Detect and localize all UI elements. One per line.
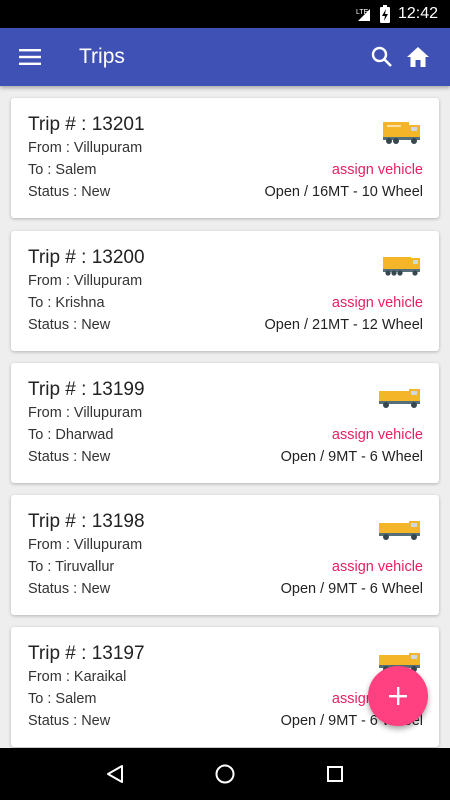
trip-to: To : Dharwad: [28, 427, 114, 443]
recents-button[interactable]: [310, 748, 360, 800]
menu-button[interactable]: [0, 28, 60, 86]
menu-icon: [19, 49, 41, 65]
assign-vehicle-link[interactable]: assign vehicle: [332, 559, 423, 575]
trip-status: Status : New: [28, 184, 111, 200]
battery-charging-icon: [379, 5, 390, 23]
assign-vehicle-link[interactable]: assign vehicle: [332, 295, 423, 311]
add-trip-button[interactable]: [368, 666, 428, 726]
trip-from: From : Karaikal: [28, 669, 127, 685]
trip-to: To : Salem: [28, 691, 97, 707]
vehicle-capacity: Open / 16MT - 10 Wheel: [264, 184, 423, 200]
trip-status: Status : New: [28, 449, 111, 465]
trip-number: Trip # : 13199: [28, 379, 145, 400]
vehicle-capacity: Open / 9MT - 6 Wheel: [280, 581, 423, 597]
system-nav-bar: [0, 748, 450, 800]
search-icon: [371, 46, 392, 67]
trip-to: To : Tiruvallur: [28, 559, 115, 575]
truck-icon: [383, 122, 420, 144]
trip-card[interactable]: Trip # : 13198 From : Villupuram To : Ti…: [11, 495, 439, 615]
trip-number: Trip # : 13197: [28, 643, 145, 664]
truck-icon: [383, 257, 420, 276]
trip-number: Trip # : 13200: [28, 247, 145, 268]
add-icon: [389, 687, 407, 705]
search-button[interactable]: [364, 28, 400, 86]
lte-icon: LTE: [356, 6, 372, 22]
assign-vehicle-link[interactable]: assign vehicle: [332, 162, 423, 178]
back-icon: [107, 765, 123, 783]
home-nav-button[interactable]: [200, 748, 250, 800]
trip-to: To : Salem: [28, 162, 97, 178]
status-bar: LTE 12:42: [0, 0, 450, 28]
trip-list[interactable]: Trip # : 13201 From : Villupuram To : Sa…: [0, 86, 450, 748]
trip-status: Status : New: [28, 317, 111, 333]
trip-status: Status : New: [28, 713, 111, 729]
trip-from: From : Villupuram: [28, 273, 143, 289]
app-bar: Trips: [0, 28, 450, 86]
trip-card[interactable]: Trip # : 13199 From : Villupuram To : Dh…: [11, 363, 439, 483]
home-icon: [407, 47, 429, 67]
back-button[interactable]: [90, 748, 140, 800]
trip-card[interactable]: Trip # : 13200 From : Villupuram To : Kr…: [11, 231, 439, 351]
trip-from: From : Villupuram: [28, 537, 143, 553]
truck-icon: [379, 521, 420, 540]
recents-icon: [327, 766, 343, 782]
trip-to: To : Krishna: [28, 295, 105, 311]
trip-status: Status : New: [28, 581, 111, 597]
trip-card[interactable]: Trip # : 13201 From : Villupuram To : Sa…: [11, 98, 439, 218]
truck-icon: [379, 389, 420, 408]
home-button[interactable]: [400, 28, 436, 86]
trip-from: From : Villupuram: [28, 140, 143, 156]
trip-from: From : Villupuram: [28, 405, 143, 421]
trip-number: Trip # : 13201: [28, 114, 145, 135]
assign-vehicle-link[interactable]: assign vehicle: [332, 427, 423, 443]
vehicle-capacity: Open / 21MT - 12 Wheel: [264, 317, 423, 333]
vehicle-capacity: Open / 9MT - 6 Wheel: [280, 449, 423, 465]
trip-number: Trip # : 13198: [28, 511, 145, 532]
clock: 12:42: [397, 5, 438, 22]
page-title: Trips: [79, 45, 125, 68]
home-circle-icon: [215, 764, 235, 784]
